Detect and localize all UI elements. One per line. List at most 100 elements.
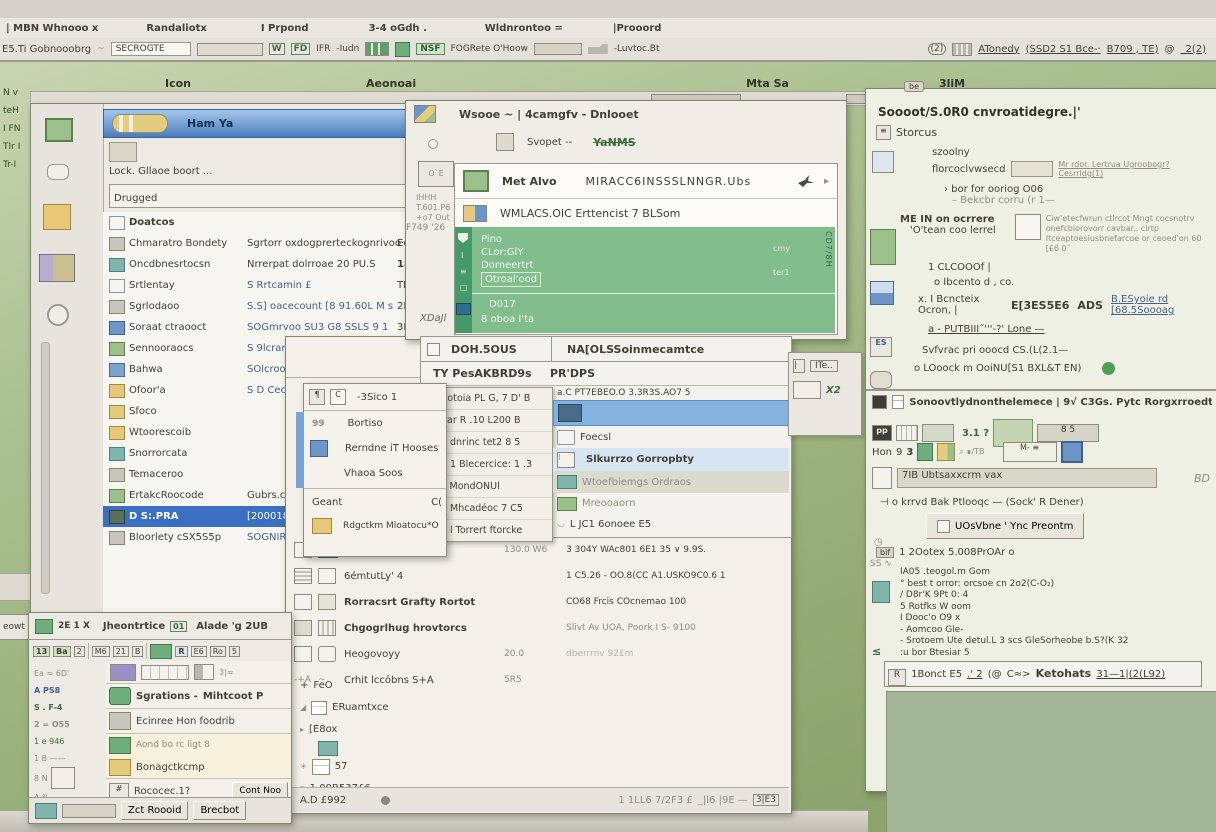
rw-list-item[interactable]: I Dooc'o O9 x: [900, 613, 1210, 625]
tree-item[interactable]: ◢ERuamtxce: [300, 697, 389, 719]
grid-icon[interactable]: [365, 42, 389, 56]
form-line[interactable]: a - PUTBIII˝'''-?' Lone —: [928, 324, 1212, 335]
section-icon2[interactable]: [892, 395, 905, 409]
r-badge[interactable]: R: [888, 669, 906, 686]
photos-icon[interactable]: [39, 254, 75, 282]
blue-app-icon[interactable]: [1061, 441, 1083, 463]
spec-icon-b[interactable]: [318, 594, 336, 610]
tool-button[interactable]: Ba: [53, 646, 71, 657]
tool-button[interactable]: M6: [92, 646, 110, 657]
keyboard-icon[interactable]: [952, 43, 972, 56]
rw-icon-round[interactable]: [870, 371, 892, 389]
header-row2[interactable]: WMLACS.OIC Erttencist 7 BLSom: [455, 199, 837, 227]
rw-list-item[interactable]: / D8r'K 9Pt 0: 4: [900, 590, 1210, 602]
desktop-label[interactable]: Tr-I: [3, 156, 33, 174]
segmented-control[interactable]: [141, 665, 189, 680]
tree-item[interactable]: [300, 741, 389, 756]
tool-swatch[interactable]: [150, 644, 172, 659]
swatch-green[interactable]: [917, 443, 933, 461]
spec-row[interactable]: Heogovoyy 20.0 dberrrnv 92£m: [286, 641, 791, 667]
tool-button[interactable]: 21: [113, 646, 129, 657]
toolbox-row[interactable]: 8 N: [34, 767, 110, 789]
mini-window-icon[interactable]: [110, 664, 136, 681]
tray-end[interactable]: _2(2): [1180, 44, 1206, 55]
collapse-icon[interactable]: ◢: [300, 697, 306, 719]
rw-icon-photo[interactable]: [870, 229, 896, 265]
spec-icon-a[interactable]: [294, 646, 312, 662]
tree-item[interactable]: ✳57: [300, 756, 389, 778]
col-header-2[interactable]: NA[OLSSoinmecamtce: [567, 343, 704, 356]
popup-item[interactable]: 99 Bortiso: [304, 411, 446, 436]
folder-icon[interactable]: [43, 204, 71, 230]
window-nub[interactable]: be: [904, 81, 924, 92]
form-value[interactable]: E[3ES5E6: [1011, 299, 1069, 312]
window-controls[interactable]: 2E 1 X: [58, 621, 90, 631]
rw-subrow[interactable]: ≡ Storcus: [876, 125, 937, 140]
header-row1[interactable]: Met Alvo MIRACC6INSSSLNNGR.Ubs ▸: [455, 164, 837, 199]
form-value[interactable]: ADS: [1077, 299, 1103, 312]
thumb-icon[interactable]: [109, 142, 137, 162]
leaf-icon[interactable]: [395, 42, 410, 57]
menu-item[interactable]: Randaliotx: [146, 23, 206, 34]
toolbar-item[interactable]: -Iudn: [336, 44, 359, 54]
menu-item[interactable]: I Prpond: [261, 23, 309, 34]
footer-frag[interactable]: (@: [988, 669, 1002, 680]
chat-icon[interactable]: [47, 164, 69, 180]
spec-row[interactable]: Rorracsrt Grafty Rortot CO68 Frcis COcne…: [286, 589, 791, 615]
pp-icon[interactable]: pp: [872, 425, 892, 441]
bl-list-item[interactable]: Aond bo rc ligt 8: [106, 734, 291, 756]
toolbar-item[interactable]: IFR: [316, 44, 330, 54]
rw-list-item[interactable]: ° best t orror: orcsoe cn 2o2(C-O₂): [900, 579, 1210, 591]
option-item[interactable]: Foecsl: [553, 426, 789, 448]
footer-frag[interactable]: C≈>: [1007, 669, 1031, 680]
badge-w[interactable]: W: [269, 43, 285, 55]
swatch[interactable]: [51, 767, 75, 789]
toolbar-85[interactable]: 8 5: [1037, 424, 1099, 442]
spec-icon-a[interactable]: [294, 620, 312, 636]
form-checkbox[interactable]: [1015, 214, 1041, 240]
address-pill-icon[interactable]: [112, 114, 168, 133]
option-item[interactable]: ◡ L JC1 6onoee E5: [553, 514, 789, 534]
bl-list-item[interactable]: Bonagctkcmp: [106, 756, 291, 779]
rw-button-b[interactable]: UOsVbne ' Ync Preontm: [926, 513, 1084, 539]
popup-item[interactable]: Rerndne iT Hooses: [304, 436, 446, 461]
option-item[interactable]: Wtoefbiemgs Ordraos: [553, 471, 789, 493]
spec-row[interactable]: Chgogrlhug hrovtorcs Slivt Av UOA, Poork…: [286, 615, 791, 641]
tab-mini-icon[interactable]: |: [793, 359, 805, 373]
star-icon[interactable]: ✳: [300, 756, 307, 778]
behind-menu-item[interactable]: Icon: [165, 77, 191, 90]
spec-icon-b[interactable]: [318, 568, 336, 584]
behind-menu-item[interactable]: Aeonoai: [366, 77, 416, 90]
tool-button[interactable]: 5: [229, 646, 240, 657]
toolbox-row[interactable]: 2 = O55: [34, 716, 110, 733]
tool-button[interactable]: 13: [33, 646, 50, 657]
form-link[interactable]: Mr rdor. Lertrua Ugroobogr? Cesrrldg(1): [1058, 160, 1212, 178]
menu-item[interactable]: Wldnrontoo =: [485, 23, 563, 34]
menu-item[interactable]: |Prooord: [613, 23, 662, 34]
toolbar-search-input[interactable]: SECROGTE: [111, 42, 191, 56]
tool-button[interactable]: E6: [191, 646, 207, 657]
toolbox-row[interactable]: A PS8: [34, 682, 110, 699]
tool-button[interactable]: 2: [74, 646, 85, 657]
section-icon[interactable]: [872, 395, 887, 409]
form-input[interactable]: [1011, 161, 1054, 177]
tray-brand[interactable]: ATonedy: [978, 44, 1019, 55]
menu-item[interactable]: 3-4 oGdh .: [369, 23, 427, 34]
rw-list-item[interactable]: - Aomcoo Gle-: [900, 625, 1210, 637]
popup-item[interactable]: Rdgctkm Mloatocu*O: [304, 513, 446, 539]
tree-item[interactable]: +FeO: [300, 675, 389, 697]
swatch-yellow[interactable]: [937, 443, 955, 461]
desktop-label[interactable]: TIr I: [3, 138, 33, 156]
rw-row-c[interactable]: bif 1 2Ootex 5.008PrOAr o: [876, 547, 1015, 558]
bottom-icon[interactable]: [35, 803, 57, 819]
option-item[interactable]: a.C PT7EBEO.O 3.3R3S.AO7 5: [553, 385, 789, 400]
record-button[interactable]: Zct Roooid: [121, 801, 188, 820]
footer-code[interactable]: 31—1|(2(L92): [1096, 669, 1165, 680]
rw-icon-ss[interactable]: SS ∿: [870, 559, 892, 569]
expand-icon[interactable]: ▸: [300, 719, 304, 741]
col-header-1[interactable]: DOH.5OUS: [451, 343, 546, 356]
side-tab-label[interactable]: ITe..: [810, 360, 838, 372]
rw-search-input[interactable]: 7IB Ubtsaxxcrm vax: [897, 468, 1157, 488]
popup-item[interactable]: Vhaoa Soos: [304, 461, 446, 486]
count-badge[interactable]: (2): [928, 43, 947, 55]
